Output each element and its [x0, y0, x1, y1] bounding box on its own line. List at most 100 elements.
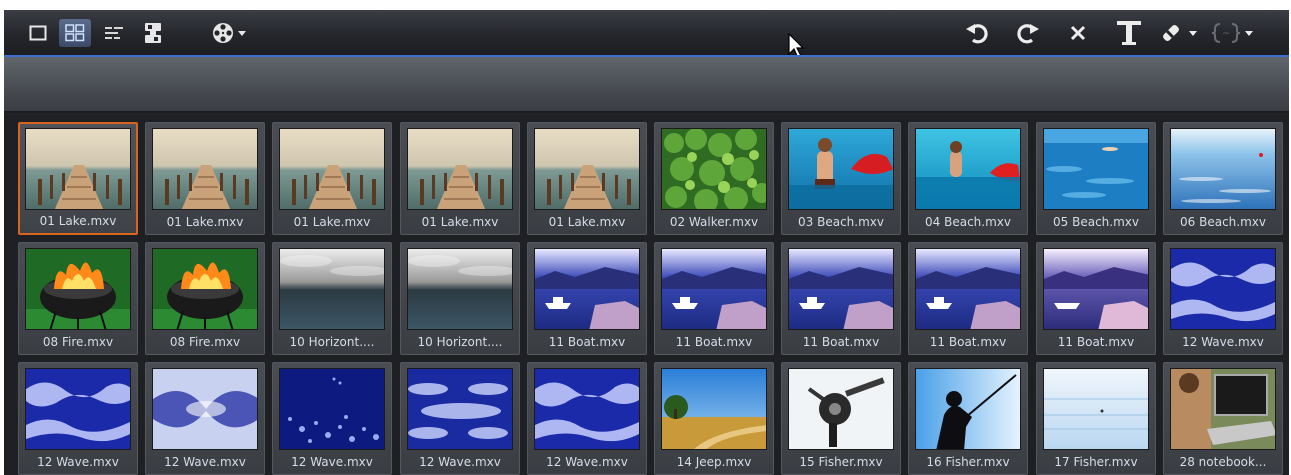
clip-tile[interactable]: 08 Fire.mxv: [145, 242, 265, 355]
clip-filename: 11 Boat.mxv: [929, 335, 1007, 349]
clip-filename: 01 Lake.mxv: [293, 215, 371, 229]
clip-tile[interactable]: 14 Jeep.mxv: [654, 362, 774, 475]
clip-filename: 17 Fisher.mxv: [1054, 455, 1138, 469]
clip-tile[interactable]: 01 Lake.mxv: [18, 122, 138, 235]
clip-thumbnail: [279, 128, 385, 210]
clip-filename: 01 Lake.mxv: [548, 215, 626, 229]
clip-tile[interactable]: 12 Wave.mxv: [400, 362, 520, 475]
clip-thumbnail: [25, 248, 131, 330]
clip-filename: 12 Wave.mxv: [419, 455, 501, 469]
clip-tile[interactable]: 15 Fisher.mxv: [781, 362, 901, 475]
clip-thumbnail: [1170, 128, 1276, 210]
undo-icon[interactable]: [964, 20, 990, 46]
clip-tile[interactable]: 11 Boat.mxv: [781, 242, 901, 355]
clip-filename: 01 Lake.mxv: [421, 215, 499, 229]
details-view-icon[interactable]: [102, 21, 126, 45]
clip-thumbnail: [788, 248, 894, 330]
clip-tile[interactable]: 12 Wave.mxv: [18, 362, 138, 475]
clip-tile[interactable]: 12 Wave.mxv: [145, 362, 265, 475]
clip-filename: 11 Boat.mxv: [802, 335, 880, 349]
clip-filename: 28 notebook...: [1179, 455, 1267, 469]
clip-tile[interactable]: 11 Boat.mxv: [654, 242, 774, 355]
clip-filename: 01 Lake.mxv: [166, 215, 244, 229]
info-band: [4, 57, 1289, 111]
svg-text:~: ~: [1222, 29, 1230, 39]
clip-thumbnail: [1043, 128, 1149, 210]
clip-tile[interactable]: 01 Lake.mxv: [145, 122, 265, 235]
clip-thumbnail: [915, 248, 1021, 330]
clip-filename: 12 Wave.mxv: [546, 455, 628, 469]
grid-view-icon[interactable]: [59, 19, 91, 47]
clip-tile[interactable]: 11 Boat.mxv: [908, 242, 1028, 355]
clip-filename: 02 Walker.mxv: [669, 215, 759, 229]
clip-tile[interactable]: 11 Boat.mxv: [527, 242, 647, 355]
clip-tile[interactable]: 12 Wave.mxv: [272, 362, 392, 475]
clip-thumbnail: [534, 128, 640, 210]
video-capture-icon[interactable]: [140, 19, 166, 47]
clip-tile[interactable]: 10 Horizont....: [400, 242, 520, 355]
clip-thumbnail: [1043, 248, 1149, 330]
clip-filename: 05 Beach.mxv: [1053, 215, 1139, 229]
clip-thumbnail: [152, 128, 258, 210]
clip-tile[interactable]: 28 notebook...: [1163, 362, 1283, 475]
clip-tile[interactable]: 04 Beach.mxv: [908, 122, 1028, 235]
clip-thumbnail: [915, 368, 1021, 450]
brush-icon[interactable]: [1158, 20, 1202, 46]
clip-thumbnail: [661, 368, 767, 450]
clip-tile[interactable]: 01 Lake.mxv: [400, 122, 520, 235]
clip-tile[interactable]: 08 Fire.mxv: [18, 242, 138, 355]
clip-thumbnail: [534, 368, 640, 450]
film-reel-icon[interactable]: [210, 20, 250, 46]
clip-tile[interactable]: 02 Walker.mxv: [654, 122, 774, 235]
clip-filename: 10 Horizont....: [417, 335, 503, 349]
clip-filename: 08 Fire.mxv: [42, 335, 114, 349]
single-view-icon[interactable]: [26, 21, 50, 45]
clip-thumbnail: [407, 128, 513, 210]
clip-filename: 08 Fire.mxv: [169, 335, 241, 349]
clip-tile[interactable]: 17 Fisher.mxv: [1036, 362, 1156, 475]
delete-icon[interactable]: [1066, 21, 1090, 45]
clip-filename: 11 Boat.mxv: [675, 335, 753, 349]
clip-thumbnail: [407, 368, 513, 450]
clip-tile[interactable]: 11 Boat.mxv: [1036, 242, 1156, 355]
clip-tile[interactable]: 10 Horizont....: [272, 242, 392, 355]
clip-thumbnail: [788, 368, 894, 450]
clip-tile[interactable]: 03 Beach.mxv: [781, 122, 901, 235]
clip-tile[interactable]: 06 Beach.mxv: [1163, 122, 1283, 235]
clip-tile[interactable]: 01 Lake.mxv: [272, 122, 392, 235]
clip-thumbnail: [407, 248, 513, 330]
clip-tile[interactable]: 05 Beach.mxv: [1036, 122, 1156, 235]
clip-tile[interactable]: 16 Fisher.mxv: [908, 362, 1028, 475]
clip-filename: 06 Beach.mxv: [1180, 215, 1266, 229]
effects-icon[interactable]: ~: [1210, 20, 1256, 46]
clip-tile[interactable]: 12 Wave.mxv: [1163, 242, 1283, 355]
clip-thumbnail: [152, 368, 258, 450]
clip-filename: 12 Wave.mxv: [37, 455, 119, 469]
clip-thumbnail: [279, 248, 385, 330]
clip-thumbnail: [1170, 248, 1276, 330]
clip-thumbnail: [915, 128, 1021, 210]
clip-filename: 03 Beach.mxv: [798, 215, 884, 229]
clip-filename: 04 Beach.mxv: [925, 215, 1011, 229]
clip-tile[interactable]: 01 Lake.mxv: [527, 122, 647, 235]
clip-filename: 12 Wave.mxv: [164, 455, 246, 469]
clip-filename: 11 Boat.mxv: [548, 335, 626, 349]
clip-thumbnail: [534, 248, 640, 330]
clip-thumbnail: [279, 368, 385, 450]
media-library-window: ~ 01 Lake.mxv 01 Lake.mxv 01 Lake.mxv 01…: [4, 10, 1289, 475]
clip-thumbnail: [661, 128, 767, 210]
clip-filename: 15 Fisher.mxv: [799, 455, 883, 469]
text-title-icon[interactable]: [1114, 17, 1144, 49]
redo-icon[interactable]: [1015, 20, 1041, 46]
clip-thumbnail: [1043, 368, 1149, 450]
clip-filename: 14 Jeep.mxv: [676, 455, 752, 469]
clip-thumbnail: [25, 128, 131, 210]
clip-filename: 12 Wave.mxv: [291, 455, 373, 469]
clip-thumbnail: [661, 248, 767, 330]
clip-thumbnail: [25, 368, 131, 450]
clip-filename: 16 Fisher.mxv: [926, 455, 1010, 469]
clip-filename: 01 Lake.mxv: [39, 214, 117, 228]
clip-tile[interactable]: 12 Wave.mxv: [527, 362, 647, 475]
clip-filename: 10 Horizont....: [289, 335, 375, 349]
clip-thumbnail: [1170, 368, 1276, 450]
